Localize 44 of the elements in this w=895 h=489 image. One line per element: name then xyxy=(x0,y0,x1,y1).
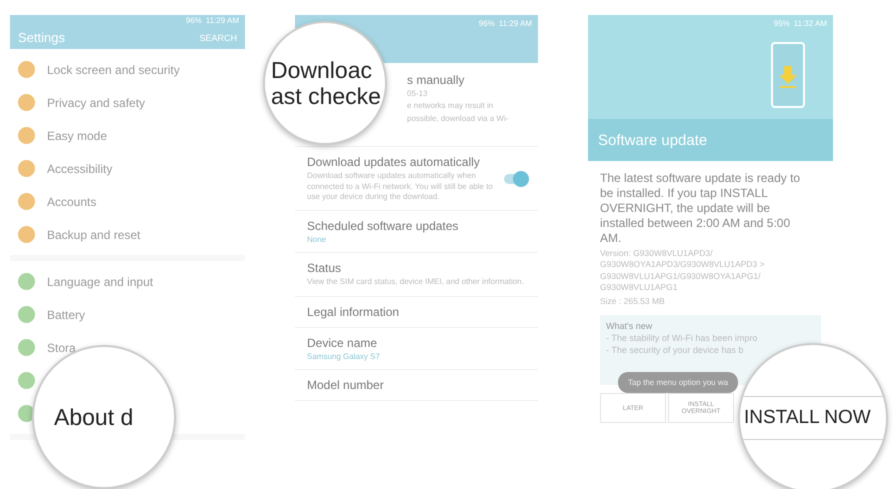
row-value: Samsung Galaxy S7 xyxy=(307,352,381,361)
battery-level: 96% xyxy=(186,16,202,26)
magnified-text: Downloac xyxy=(270,56,373,83)
settings-item[interactable]: Privacy and safety xyxy=(47,96,146,110)
row-title[interactable]: Status xyxy=(307,261,526,276)
settings-item[interactable]: Lock screen and security xyxy=(47,62,180,76)
version-text: Version: G930W8VLU1APD3/ G930W8OYA1APD3/G930W8VLU1APD3 > G930W8VLU1APG1/G930W8OYA1APG1/ G930W8VLU1APG1 xyxy=(600,248,766,294)
battery-level: 95% xyxy=(774,18,790,28)
row-title[interactable]: Scheduled software updates xyxy=(307,219,526,234)
screen-title: Settings xyxy=(18,30,65,46)
row-title[interactable]: Device name xyxy=(307,336,526,350)
settings-item[interactable]: Battery xyxy=(47,308,86,322)
row-title[interactable]: Legal information xyxy=(307,304,526,319)
row-value: None xyxy=(307,235,328,244)
battery-level: 96% xyxy=(478,18,495,28)
settings-item[interactable]: Accessibility xyxy=(47,162,112,176)
whats-new-item: - The security of your device has b xyxy=(606,345,744,356)
settings-item[interactable]: Backup and reset xyxy=(47,228,140,242)
settings-item[interactable]: Accounts xyxy=(47,194,96,208)
row-description: possible, download via a Wi- xyxy=(407,114,510,124)
screen-title: Software update xyxy=(598,132,708,148)
row-description: e networks may result in xyxy=(407,101,494,112)
clock: 11:29 AM xyxy=(498,18,532,28)
row-description: Download software updates automatically when connected to a Wi-Fi network. You will still be able to use your device during the download. xyxy=(307,171,494,202)
whats-new-title: What's new xyxy=(606,321,654,332)
magnified-text: About d xyxy=(53,404,134,430)
row-description: View the SIM card status, device IMEI, and other information. xyxy=(307,277,525,288)
row-title[interactable]: s manually xyxy=(407,73,526,87)
toggle-switch[interactable] xyxy=(504,174,526,184)
row-title[interactable]: Download updates automatically xyxy=(307,155,496,170)
size-text: Size : 265.53 MB xyxy=(600,296,666,308)
settings-item[interactable]: Easy mode xyxy=(47,128,108,142)
row-title[interactable]: Model number xyxy=(307,378,526,392)
whats-new-item: - The stability of Wi-Fi has been impro xyxy=(606,333,758,344)
phone-download-icon xyxy=(771,42,805,108)
search-button[interactable]: SEARCH xyxy=(199,32,237,43)
update-message: The latest software update is ready to be installed. If you tap INSTALL OVERNIGHT, the update will be installed between 2:00 AM and 5:00 AM. xyxy=(600,171,802,246)
settings-item[interactable]: Stora xyxy=(47,340,76,354)
magnified-text: ast checke xyxy=(270,83,382,110)
toast-message: Tap the menu option you wa xyxy=(618,372,738,393)
clock: 11:29 AM xyxy=(206,16,239,26)
row-description: 05-13 xyxy=(407,89,428,100)
clock: 11:32 AM xyxy=(794,18,827,28)
settings-item[interactable]: Language and input xyxy=(47,274,154,288)
